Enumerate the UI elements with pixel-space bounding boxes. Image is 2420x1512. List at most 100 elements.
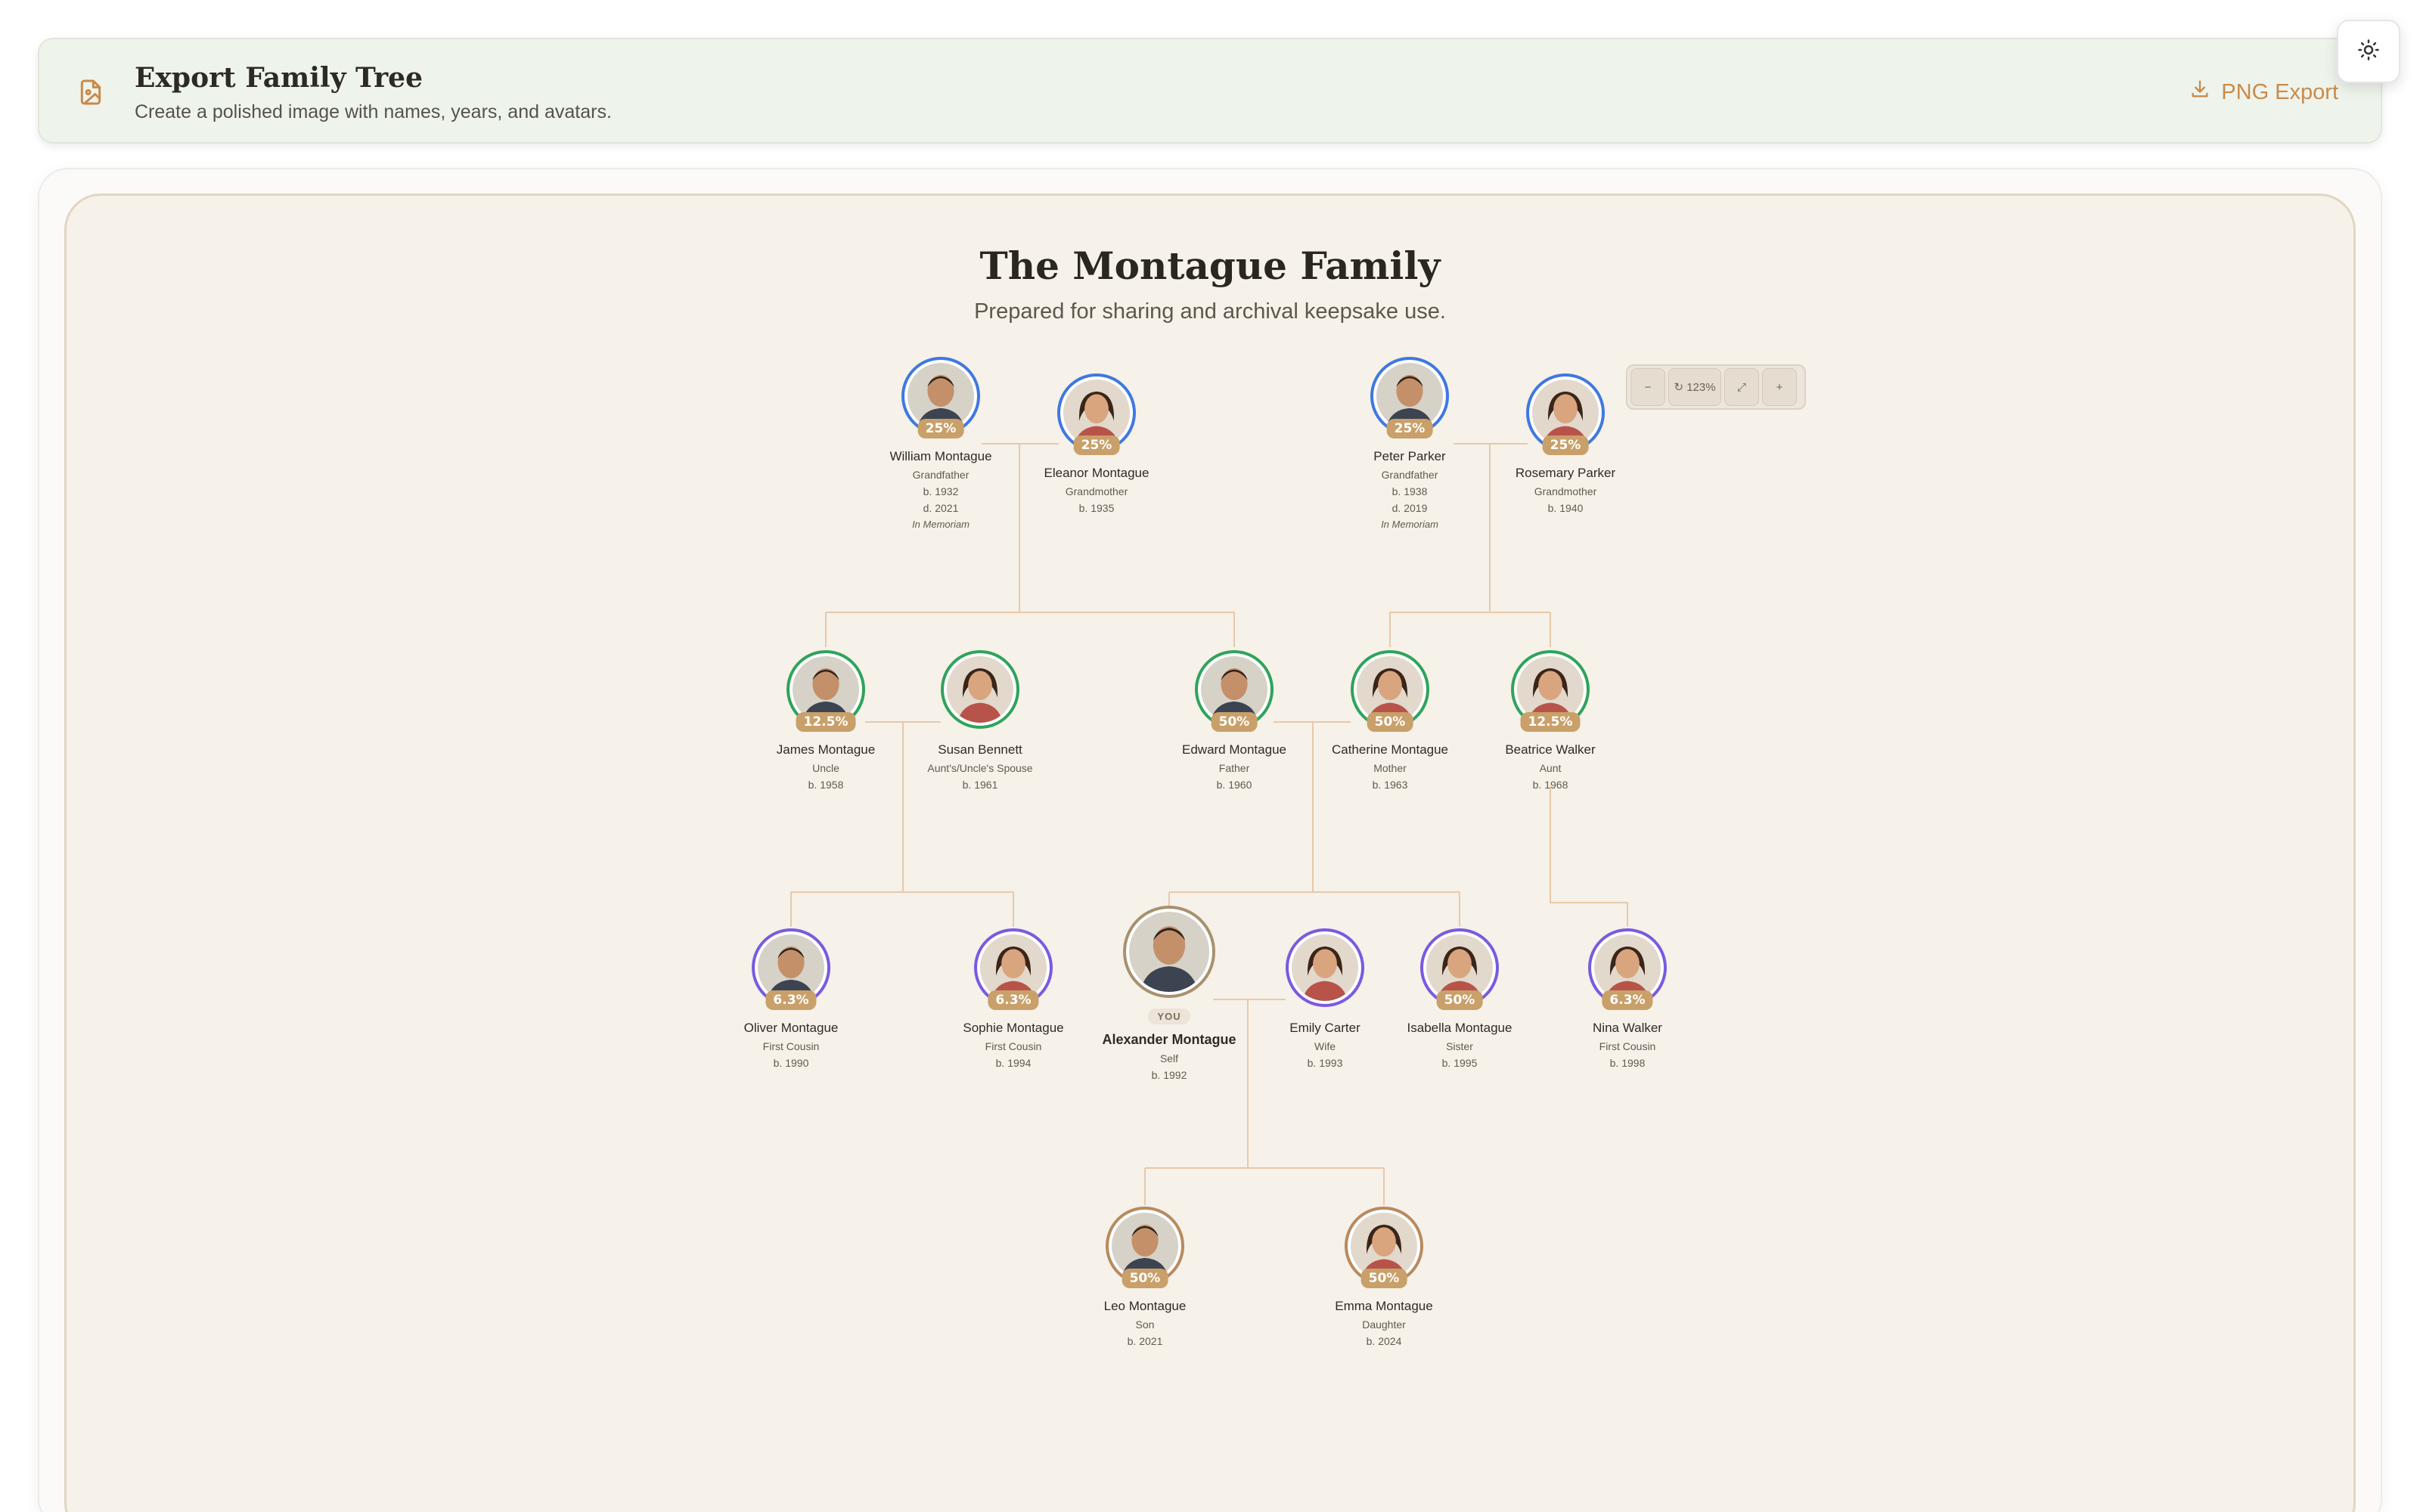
download-icon <box>2189 79 2211 106</box>
avatar: 50% <box>1351 650 1429 732</box>
memorial-label: In Memoriam <box>912 519 970 530</box>
zoom-reset-button[interactable]: ↻ 123% <box>1668 368 1721 406</box>
relation-badge: 50% <box>1211 712 1258 732</box>
person-name: Alexander Montague <box>1102 1032 1236 1047</box>
reset-icon: ↻ <box>1674 381 1684 394</box>
person-birth: b. 1968 <box>1532 779 1568 791</box>
relation-badge: 6.3% <box>1602 990 1653 1010</box>
person-rosemary-parker[interactable]: 25% Rosemary Parker Grandmother b. 1940 <box>1475 373 1656 514</box>
avatar <box>941 650 1019 729</box>
person-birth: b. 1992 <box>1151 1069 1187 1081</box>
person-name: Nina Walker <box>1593 1021 1662 1035</box>
person-role: Grandfather <box>1381 469 1438 481</box>
person-william-montague[interactable]: 25% William Montague Grandfather b. 1932… <box>850 357 1032 530</box>
person-birth: b. 2024 <box>1366 1335 1402 1347</box>
person-name: Rosemary Parker <box>1515 466 1616 480</box>
avatar: 25% <box>1057 373 1136 455</box>
tree-subtitle: Prepared for sharing and archival keepsa… <box>974 299 1446 324</box>
export-header: Export Family Tree Create a polished ima… <box>38 38 2382 144</box>
avatar <box>1286 928 1364 1007</box>
tree-title: The Montague Family <box>979 243 1441 288</box>
person-isabella-montague[interactable]: 50% Isabella Montague Sister b. 1995 <box>1369 928 1550 1069</box>
person-name: Eleanor Montague <box>1044 466 1150 480</box>
person-name: Sophie Montague <box>963 1021 1064 1035</box>
person-role: Son <box>1135 1318 1155 1331</box>
zoom-in-button[interactable]: + <box>1762 368 1797 406</box>
person-role: Mother <box>1373 762 1407 774</box>
relation-badge: 25% <box>1386 419 1433 438</box>
person-role: Daughter <box>1362 1318 1406 1331</box>
person-beatrice-walker[interactable]: 12.5% Beatrice Walker Aunt b. 1968 <box>1460 650 1641 791</box>
person-birth: b. 1995 <box>1441 1057 1478 1069</box>
person-nina-walker[interactable]: 6.3% Nina Walker First Cousin b. 1998 <box>1537 928 1718 1069</box>
png-export-label: PNG Export <box>2221 79 2338 104</box>
avatar: 25% <box>901 357 980 438</box>
person-birth: b. 1938 <box>1392 485 1428 497</box>
person-name: Emma Montague <box>1335 1299 1433 1313</box>
expand-icon: ⤢ <box>1736 380 1746 394</box>
relation-badge: 6.3% <box>765 990 817 1010</box>
person-birth: b. 2021 <box>1127 1335 1163 1347</box>
person-name: William Montague <box>889 449 992 463</box>
person-name: Isabella Montague <box>1407 1021 1512 1035</box>
person-name: Catherine Montague <box>1331 742 1449 757</box>
person-susan-bennett[interactable]: Susan Bennett Aunt's/Uncle's Spouse b. 1… <box>889 650 1071 791</box>
person-name: Beatrice Walker <box>1505 742 1596 757</box>
person-birth: b. 1963 <box>1372 779 1408 791</box>
person-role: Sister <box>1446 1040 1473 1052</box>
person-birth: b. 1932 <box>923 485 959 497</box>
person-role: Father <box>1218 762 1250 774</box>
theme-toggle-button[interactable] <box>2337 20 2400 83</box>
person-peter-parker[interactable]: 25% Peter Parker Grandfather b. 1938 d. … <box>1319 357 1500 530</box>
relation-badge: 12.5% <box>796 712 856 732</box>
relation-badge: 50% <box>1436 990 1483 1010</box>
header-subtitle: Create a polished image with names, year… <box>135 101 612 122</box>
memorial-label: In Memoriam <box>1381 519 1438 530</box>
avatar: 6.3% <box>752 928 830 1010</box>
avatar: 6.3% <box>974 928 1053 1010</box>
person-death: d. 2019 <box>1392 502 1428 514</box>
you-badge: YOU <box>1148 1009 1190 1024</box>
relation-badge: 6.3% <box>988 990 1039 1010</box>
person-birth: b. 1990 <box>773 1057 809 1069</box>
avatar: 50% <box>1106 1207 1184 1288</box>
person-role: Aunt <box>1539 762 1562 774</box>
person-role: First Cousin <box>985 1040 1042 1052</box>
person-name: Leo Montague <box>1103 1299 1187 1313</box>
sun-icon <box>2357 39 2380 65</box>
person-role: Aunt's/Uncle's Spouse <box>927 762 1033 774</box>
avatar: 12.5% <box>786 650 865 732</box>
avatar: 25% <box>1370 357 1449 438</box>
avatar: 50% <box>1195 650 1274 732</box>
avatar <box>1123 906 1215 998</box>
avatar: 25% <box>1526 373 1605 455</box>
png-export-button[interactable]: PNG Export <box>2189 77 2338 107</box>
person-role: Grandmother <box>1065 485 1128 497</box>
person-name: Oliver Montague <box>743 1021 839 1035</box>
person-role: Grandmother <box>1534 485 1597 497</box>
avatar: 6.3% <box>1588 928 1667 1010</box>
avatar: 50% <box>1420 928 1499 1010</box>
person-birth: b. 1994 <box>995 1057 1032 1069</box>
person-oliver-montague[interactable]: 6.3% Oliver Montague First Cousin b. 199… <box>700 928 882 1069</box>
person-name: Peter Parker <box>1373 449 1446 463</box>
person-alexander-montague[interactable]: YOU Alexander Montague Self b. 1992 <box>1078 906 1260 1081</box>
person-emma-montague[interactable]: 50% Emma Montague Daughter b. 2024 <box>1293 1207 1475 1347</box>
person-name: Edward Montague <box>1182 742 1286 757</box>
person-birth: b. 1935 <box>1078 502 1115 514</box>
person-role: First Cousin <box>762 1040 820 1052</box>
person-sophie-montague[interactable]: 6.3% Sophie Montague First Cousin b. 199… <box>923 928 1104 1069</box>
person-role: Self <box>1159 1052 1179 1064</box>
person-eleanor-montague[interactable]: 25% Eleanor Montague Grandmother b. 1935 <box>1006 373 1187 514</box>
relation-badge: 12.5% <box>1520 712 1581 732</box>
person-leo-montague[interactable]: 50% Leo Montague Son b. 2021 <box>1054 1207 1236 1347</box>
image-file-icon <box>76 77 106 107</box>
relation-badge: 25% <box>1542 435 1589 455</box>
person-catherine-montague[interactable]: 50% Catherine Montague Mother b. 1963 <box>1299 650 1481 791</box>
person-role: First Cousin <box>1599 1040 1656 1052</box>
person-edward-montague[interactable]: 50% Edward Montague Father b. 1960 <box>1143 650 1325 791</box>
fit-to-screen-button[interactable]: ⤢ <box>1724 368 1759 406</box>
person-birth: b. 1998 <box>1609 1057 1646 1069</box>
person-birth: b. 1960 <box>1216 779 1252 791</box>
relation-badge: 50% <box>1367 712 1413 732</box>
